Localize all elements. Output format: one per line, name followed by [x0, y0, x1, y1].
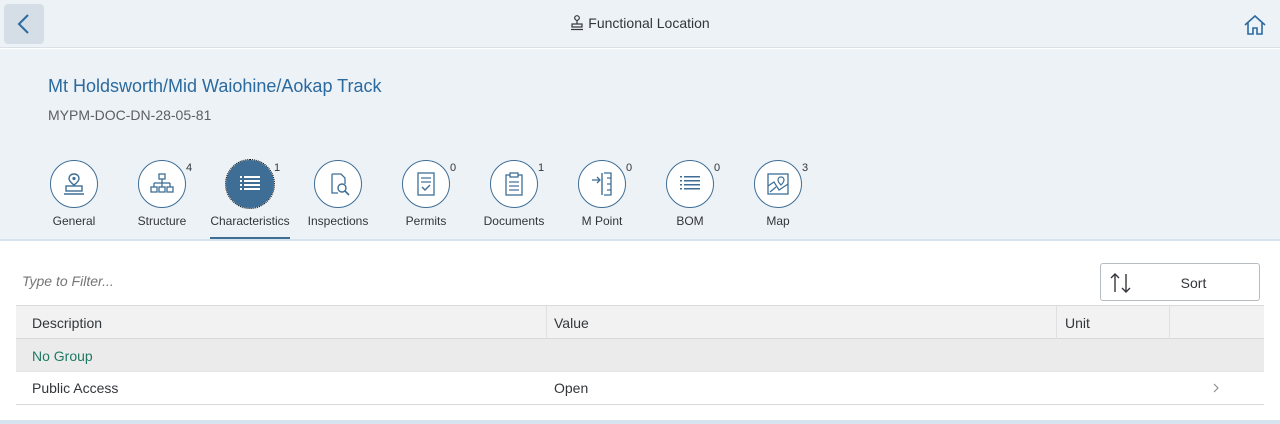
- column-separator: [1056, 306, 1057, 339]
- tab-count: 0: [450, 162, 457, 174]
- tab-characteristics[interactable]: 1 Characteristics: [206, 159, 294, 240]
- tab-bom[interactable]: 0 BOM: [646, 160, 734, 240]
- object-header: Mt Holdsworth/Mid Waiohine/Aokap Track M…: [0, 49, 1280, 240]
- sort-button-label: Sort: [1180, 275, 1207, 291]
- inspection-icon: [331, 173, 350, 196]
- tab-structure-circle: [138, 160, 186, 208]
- header-divider: [0, 239, 1280, 241]
- tab-permits[interactable]: 0 Permits: [382, 160, 470, 240]
- tab-m-point[interactable]: 0 M Point: [558, 160, 646, 240]
- shell-bar: Functional Location: [0, 0, 1280, 48]
- column-header-unit[interactable]: Unit: [1065, 315, 1090, 331]
- group-title: No Group: [32, 348, 93, 364]
- table-row[interactable]: Public Access Open: [16, 372, 1264, 405]
- tab-documents[interactable]: 1 Documents: [470, 160, 558, 240]
- functional-location-icon: [571, 15, 584, 31]
- characteristics-table: Description Value Unit No Group Public A…: [16, 305, 1264, 405]
- cell-value: Open: [554, 380, 589, 396]
- shell-title-text: Functional Location: [588, 15, 710, 31]
- tab-label: Map: [766, 214, 790, 228]
- column-header-value[interactable]: Value: [554, 315, 589, 331]
- table-header: Description Value Unit: [16, 305, 1264, 339]
- object-title: Mt Holdsworth/Mid Waiohine/Aokap Track: [48, 76, 382, 96]
- tab-count: 0: [626, 162, 633, 174]
- column-separator: [1169, 306, 1170, 339]
- bom-list-icon: [680, 176, 700, 190]
- tab-inspections-circle: [314, 160, 362, 208]
- clipboard-icon: [505, 172, 523, 196]
- tab-structure[interactable]: 4 Structure: [118, 160, 206, 240]
- list-icon: [240, 176, 260, 190]
- sort-button[interactable]: Sort: [1100, 263, 1260, 301]
- tab-map[interactable]: 3 Map: [734, 160, 822, 240]
- cell-description: Public Access: [32, 380, 119, 396]
- object-subtitle: MYPM-DOC-DN-28-05-81: [48, 107, 212, 123]
- tab-count: 4: [186, 162, 193, 174]
- tab-general-circle: [50, 160, 98, 208]
- tab-count: 1: [274, 162, 281, 174]
- tab-count: 0: [714, 162, 721, 174]
- shell-title: Functional Location: [0, 15, 1280, 31]
- bottom-border: [0, 420, 1280, 424]
- home-icon: [1244, 15, 1266, 35]
- tab-bom-circle: [666, 160, 714, 208]
- permit-icon: [417, 172, 435, 196]
- map-icon: [767, 173, 789, 195]
- filter-input[interactable]: [16, 263, 1086, 299]
- tab-inspections[interactable]: Inspections: [294, 160, 382, 240]
- tab-documents-circle: [490, 160, 538, 208]
- tab-m-point-circle: [578, 160, 626, 208]
- tab-characteristics-circle: [225, 159, 275, 209]
- chevron-right-icon[interactable]: [1211, 380, 1221, 396]
- column-header-description[interactable]: Description: [32, 315, 102, 331]
- location-stamp-icon: [64, 173, 84, 195]
- tab-count: 3: [802, 162, 809, 174]
- tab-count: 1: [538, 162, 545, 174]
- tab-map-circle: [754, 160, 802, 208]
- column-separator: [546, 306, 547, 339]
- tab-general[interactable]: General: [30, 160, 118, 240]
- home-button[interactable]: [1242, 12, 1268, 38]
- group-header-row[interactable]: No Group: [16, 339, 1264, 372]
- hierarchy-icon: [150, 173, 174, 193]
- tab-permits-circle: [402, 160, 450, 208]
- measuring-point-icon: [592, 172, 612, 196]
